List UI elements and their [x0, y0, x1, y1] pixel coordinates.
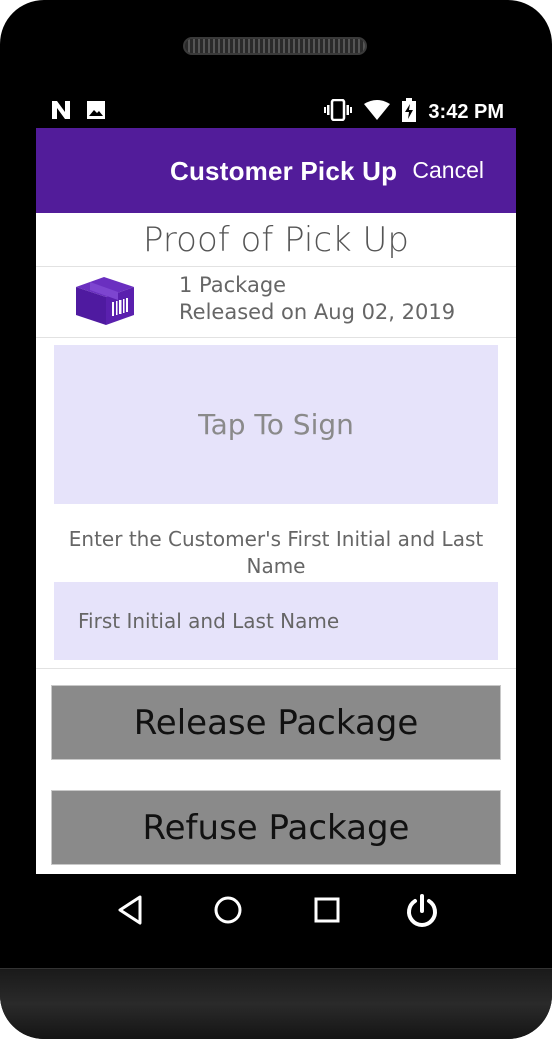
vibrate-icon: [324, 98, 353, 125]
refuse-package-button[interactable]: Refuse Package: [51, 790, 501, 865]
wifi-icon: [364, 100, 391, 124]
divider: [36, 668, 516, 669]
release-date: Released on Aug 02, 2019: [179, 300, 456, 324]
image-notification-icon: [86, 100, 106, 124]
status-bar: 3:42 PM: [36, 92, 516, 128]
app-screen: Customer Pick Up Cancel Proof of Pick Up: [36, 128, 516, 874]
cancel-button[interactable]: Cancel: [412, 157, 484, 184]
power-icon[interactable]: [404, 894, 440, 934]
release-package-button[interactable]: Release Package: [51, 685, 501, 760]
app-bar: Customer Pick Up Cancel: [36, 128, 516, 213]
phone-device: 3:42 PM Customer Pick Up Cancel Proof of…: [0, 0, 552, 1039]
device-chin: [0, 968, 552, 1039]
page-title: Customer Pick Up: [170, 156, 398, 186]
name-field-label: Enter the Customer's First Initial and L…: [68, 527, 484, 578]
package-box-icon: [74, 275, 136, 331]
n-notification-icon: [50, 100, 72, 124]
customer-name-input[interactable]: [54, 582, 498, 660]
signature-prompt: Tap To Sign: [198, 408, 354, 441]
package-summary: 1 Package Released on Aug 02, 2019: [36, 267, 516, 338]
section-title: Proof of Pick Up: [36, 213, 516, 267]
back-icon[interactable]: [116, 894, 144, 930]
package-count: 1 Package: [179, 273, 287, 297]
battery-charging-icon: [402, 98, 417, 126]
signature-pad[interactable]: Tap To Sign: [54, 345, 498, 504]
home-icon[interactable]: [212, 894, 244, 930]
system-nav-bar: [36, 874, 516, 948]
clock: 3:42 PM: [428, 100, 504, 123]
recents-icon[interactable]: [312, 894, 342, 930]
speaker-grille: [183, 37, 367, 55]
